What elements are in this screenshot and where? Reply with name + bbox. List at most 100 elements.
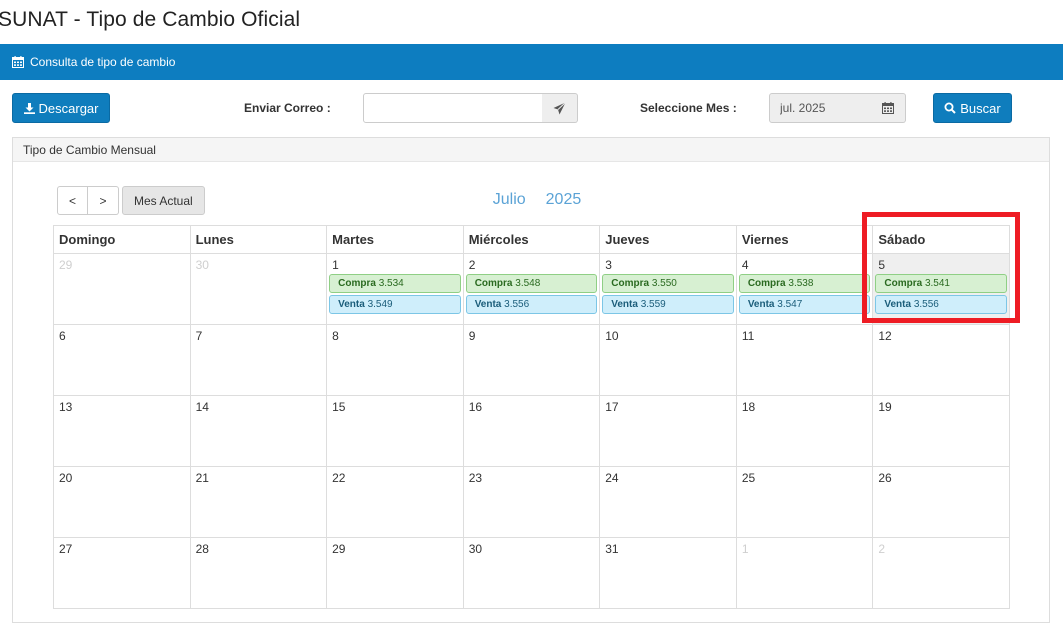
panel-heading: Consulta de tipo de cambio	[0, 44, 1063, 80]
day-number: 31	[605, 542, 619, 556]
calendar-day-cell[interactable]: 1	[735, 537, 874, 609]
day-number: 29	[59, 258, 73, 272]
compra-label: Compra	[747, 278, 786, 289]
day-number: 2	[468, 258, 476, 272]
day-number: 4	[741, 258, 749, 272]
day-number: 16	[468, 400, 483, 414]
download-label: Descargar	[38, 100, 99, 116]
page-title: SUNAT - Tipo de Cambio Oficial	[0, 8, 301, 31]
calendar-day-cell[interactable]: 31	[599, 537, 737, 609]
calendar-day-cell[interactable]: 28	[189, 537, 328, 609]
day-number: 18	[741, 400, 756, 414]
calendar-year: 2025	[545, 191, 582, 208]
email-input[interactable]	[363, 93, 543, 123]
calendar-day-cell[interactable]: 17	[599, 395, 737, 467]
calendar-day-cell[interactable]: 16	[462, 395, 601, 467]
venta-rate-event[interactable]: Venta 3.556	[465, 295, 598, 314]
calendar-day-cell[interactable]: 5 Compra 3.541 Venta 3.556	[872, 253, 1010, 325]
send-email-button[interactable]	[542, 93, 578, 123]
calendar-icon	[12, 56, 24, 68]
calendar-day-cell[interactable]: 30	[462, 537, 601, 609]
email-label: Enviar Correo :	[244, 101, 331, 115]
venta-rate-event[interactable]: Venta 3.547	[738, 295, 871, 314]
day-number: 2	[878, 542, 886, 556]
calendar-day-cell[interactable]: 1 Compra 3.534 Venta 3.549	[326, 253, 464, 325]
calendar-day-cell[interactable]: 29	[326, 537, 464, 609]
compra-value: 3.534	[378, 278, 404, 289]
calendar-day-cell[interactable]: 26	[872, 466, 1010, 538]
calendar-title: Julio 2025	[13, 191, 1051, 209]
paper-plane-icon	[553, 101, 566, 115]
calendar-day-cell[interactable]: 3 Compra 3.550 Venta 3.559	[599, 253, 737, 325]
day-number: 3	[605, 258, 612, 272]
venta-label: Venta	[338, 299, 365, 310]
day-number: 1	[741, 542, 749, 556]
venta-value: 3.547	[777, 299, 803, 310]
weekday-header: Miércoles	[462, 225, 601, 254]
calendar-day-cell[interactable]: 2	[872, 537, 1010, 609]
day-number: 8	[332, 329, 339, 343]
calendar-day-cell[interactable]: 8	[326, 324, 464, 396]
calendar-day-cell[interactable]: 4 Compra 3.538 Venta 3.547	[735, 253, 874, 325]
calendar-week-row: 6 7 8 9 10 11 12	[53, 324, 1010, 396]
day-number: 25	[741, 471, 756, 485]
day-number: 11	[741, 329, 755, 343]
calendar-day-cell[interactable]: 11	[735, 324, 874, 396]
calendar-day-cell[interactable]: 6	[53, 324, 191, 396]
venta-rate-event[interactable]: Venta 3.556	[875, 295, 1007, 314]
day-number: 23	[468, 471, 483, 485]
month-label: Seleccione Mes :	[640, 101, 737, 115]
day-number: 10	[605, 329, 619, 343]
day-number: 30	[195, 258, 209, 272]
day-number: 13	[59, 400, 73, 414]
weekday-header: Lunes	[189, 225, 328, 254]
compra-rate-event[interactable]: Compra 3.548	[465, 274, 598, 293]
day-number: 12	[878, 329, 892, 343]
compra-rate-event[interactable]: Compra 3.538	[738, 274, 871, 293]
compra-rate-event[interactable]: Compra 3.534	[329, 274, 461, 293]
venta-label: Venta	[884, 299, 912, 310]
day-number: 5	[878, 258, 886, 272]
month-input[interactable]	[769, 93, 871, 123]
calendar-day-cell[interactable]: 29	[53, 253, 191, 325]
calendar-day-cell[interactable]: 27	[53, 537, 191, 609]
calendar-day-cell[interactable]: 19	[872, 395, 1010, 467]
day-number: 24	[605, 471, 619, 485]
calendar-day-cell[interactable]: 14	[189, 395, 328, 467]
day-number: 26	[878, 471, 892, 485]
compra-label: Compra	[474, 278, 513, 289]
month-picker-button[interactable]	[870, 93, 906, 123]
calendar-day-cell[interactable]: 15	[326, 395, 464, 467]
calendar-day-cell[interactable]: 25	[735, 466, 874, 538]
calendar-day-cell[interactable]: 20	[53, 466, 191, 538]
calendar-day-cell[interactable]: 13	[53, 395, 191, 467]
calendar-month: Julio	[492, 191, 526, 208]
panel-title: Consulta de tipo de cambio	[30, 55, 176, 69]
venta-rate-event[interactable]: Venta 3.549	[329, 295, 461, 314]
calendar-day-cell[interactable]: 30	[189, 253, 328, 325]
search-button[interactable]: Buscar	[933, 93, 1012, 123]
venta-value: 3.556	[504, 299, 530, 310]
calendar-day-cell[interactable]: 21	[189, 466, 328, 538]
calendar-day-cell[interactable]: 18	[735, 395, 874, 467]
compra-rate-event[interactable]: Compra 3.550	[602, 274, 734, 293]
section-title: Tipo de Cambio Mensual	[13, 138, 1049, 162]
search-label: Buscar	[960, 100, 1001, 116]
calendar-day-cell[interactable]: 23	[462, 466, 601, 538]
compra-rate-event[interactable]: Compra 3.541	[875, 274, 1007, 293]
calendar-week-row: 20 21 22 23 24 25 26	[53, 466, 1010, 538]
day-number: 22	[332, 471, 346, 485]
day-number: 14	[195, 400, 209, 414]
calendar-day-cell[interactable]: 12	[872, 324, 1010, 396]
calendar-day-cell[interactable]: 2 Compra 3.548 Venta 3.556	[462, 253, 601, 325]
calendar-week-row: 27 28 29 30 31 1 2	[53, 537, 1010, 609]
venta-value: 3.556	[913, 299, 939, 310]
calendar-day-cell[interactable]: 9	[462, 324, 601, 396]
venta-rate-event[interactable]: Venta 3.559	[602, 295, 734, 314]
calendar-day-cell[interactable]: 7	[189, 324, 328, 396]
calendar-day-cell[interactable]: 24	[599, 466, 737, 538]
download-button[interactable]: Descargar	[12, 93, 110, 123]
calendar-day-cell[interactable]: 10	[599, 324, 737, 396]
calendar-day-cell[interactable]: 22	[326, 466, 464, 538]
day-number: 28	[195, 542, 209, 556]
